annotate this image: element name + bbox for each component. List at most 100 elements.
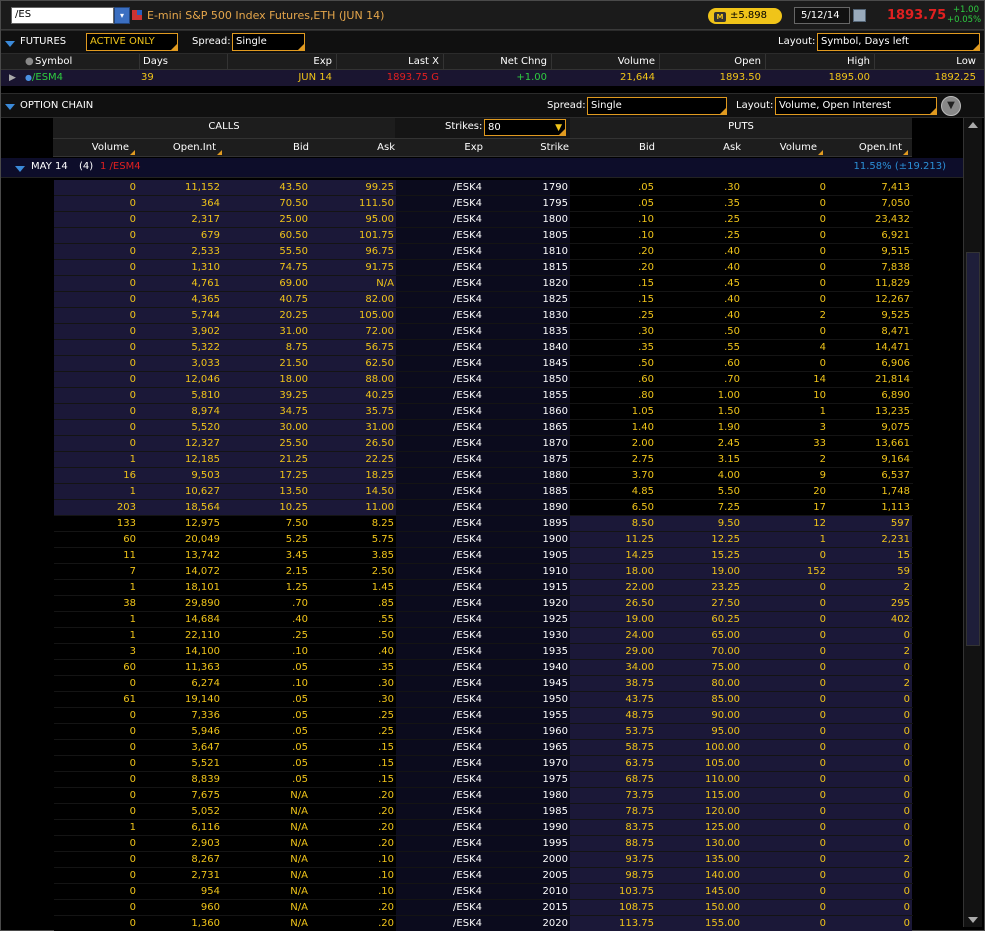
call-ask[interactable]: 82.00 bbox=[312, 292, 394, 308]
put-bid[interactable]: 43.75 bbox=[570, 692, 654, 708]
put-ask[interactable]: 65.00 bbox=[656, 628, 740, 644]
chain-row[interactable]: 0 954 N/A .10/ESK4 2010 103.75 145.00 0 0 bbox=[1, 884, 963, 900]
put-volume[interactable]: 0 bbox=[742, 916, 826, 931]
col-exp[interactable]: Exp bbox=[395, 139, 483, 157]
put-bid[interactable]: 93.75 bbox=[570, 852, 654, 868]
call-ask[interactable]: .15 bbox=[312, 740, 394, 756]
chain-settings-icon[interactable]: ▼ bbox=[941, 96, 961, 116]
put-ask[interactable]: .25 bbox=[656, 228, 740, 244]
put-bid[interactable]: 11.25 bbox=[570, 532, 654, 548]
call-open-int[interactable]: 22,110 bbox=[140, 628, 220, 644]
call-open-int[interactable]: 13,742 bbox=[140, 548, 220, 564]
put-open-int[interactable]: 21,814 bbox=[828, 372, 910, 388]
put-ask[interactable]: 70.00 bbox=[656, 644, 740, 660]
put-ask[interactable]: 100.00 bbox=[656, 740, 740, 756]
put-ask[interactable]: 60.25 bbox=[656, 612, 740, 628]
call-volume[interactable]: 0 bbox=[54, 724, 136, 740]
chain-row[interactable]: 0 7,336.05.25/ESK4 1955 48.75 90.00 0 0 bbox=[1, 708, 963, 724]
call-ask[interactable]: 5.75 bbox=[312, 532, 394, 548]
put-volume[interactable]: 0 bbox=[742, 628, 826, 644]
chain-row[interactable]: 0 8,839.05.15/ESK4 1975 68.75 110.00 0 0 bbox=[1, 772, 963, 788]
put-ask[interactable]: 115.00 bbox=[656, 788, 740, 804]
col-open[interactable]: Open bbox=[663, 54, 761, 70]
call-open-int[interactable]: 364 bbox=[140, 196, 220, 212]
call-volume[interactable]: 0 bbox=[54, 852, 136, 868]
call-volume[interactable]: 38 bbox=[54, 596, 136, 612]
call-volume[interactable]: 0 bbox=[54, 420, 136, 436]
put-ask[interactable]: .55 bbox=[656, 340, 740, 356]
put-bid[interactable]: .35 bbox=[570, 340, 654, 356]
call-open-int[interactable]: 18,564 bbox=[140, 500, 220, 516]
call-bid[interactable]: 40.75 bbox=[226, 292, 308, 308]
call-volume[interactable]: 1 bbox=[54, 484, 136, 500]
call-volume[interactable]: 0 bbox=[54, 804, 136, 820]
put-open-int[interactable]: 0 bbox=[828, 708, 910, 724]
call-bid[interactable]: N/A bbox=[226, 884, 308, 900]
call-volume[interactable]: 11 bbox=[54, 548, 136, 564]
put-ask[interactable]: .60 bbox=[656, 356, 740, 372]
col-put-open-int[interactable]: Open.Int bbox=[827, 139, 908, 157]
call-bid[interactable]: 39.25 bbox=[226, 388, 308, 404]
call-open-int[interactable]: 2,903 bbox=[140, 836, 220, 852]
scroll-up-icon[interactable] bbox=[968, 122, 978, 128]
call-ask[interactable]: 26.50 bbox=[312, 436, 394, 452]
put-ask[interactable]: 7.25 bbox=[656, 500, 740, 516]
chain-row[interactable]: 61 19,140.05.30/ESK4 1950 43.75 85.00 0 0 bbox=[1, 692, 963, 708]
put-bid[interactable]: 38.75 bbox=[570, 676, 654, 692]
call-volume[interactable]: 0 bbox=[54, 356, 136, 372]
calendar-icon[interactable] bbox=[853, 9, 866, 22]
call-open-int[interactable]: 5,052 bbox=[140, 804, 220, 820]
call-bid[interactable]: 69.00 bbox=[226, 276, 308, 292]
call-volume[interactable]: 61 bbox=[54, 692, 136, 708]
put-open-int[interactable]: 11,829 bbox=[828, 276, 910, 292]
call-open-int[interactable]: 20,049 bbox=[140, 532, 220, 548]
call-open-int[interactable]: 12,975 bbox=[140, 516, 220, 532]
chain-row[interactable]: 0 5,744 20.25 105.00/ESK4 1830.25.40 2 9,525 bbox=[1, 308, 963, 324]
chain-row[interactable]: 0 1,360 N/A .20/ESK4 2020 113.75 155.00 0 0 bbox=[1, 916, 963, 931]
symbol-dropdown-button[interactable]: ▾ bbox=[114, 7, 130, 24]
call-open-int[interactable]: 5,520 bbox=[140, 420, 220, 436]
chain-row[interactable]: 0 679 60.50 101.75/ESK4 1805.10.25 0 6,921 bbox=[1, 228, 963, 244]
put-volume[interactable]: 1 bbox=[742, 404, 826, 420]
call-volume[interactable]: 0 bbox=[54, 404, 136, 420]
call-bid[interactable]: N/A bbox=[226, 820, 308, 836]
put-ask[interactable]: .40 bbox=[656, 244, 740, 260]
put-bid[interactable]: 78.75 bbox=[570, 804, 654, 820]
chain-row[interactable]: 0 960 N/A .20/ESK4 2015 108.75 150.00 0 0 bbox=[1, 900, 963, 916]
call-ask[interactable]: 11.00 bbox=[312, 500, 394, 516]
call-bid[interactable]: 30.00 bbox=[226, 420, 308, 436]
call-volume[interactable]: 1 bbox=[54, 820, 136, 836]
put-volume[interactable]: 0 bbox=[742, 324, 826, 340]
put-volume[interactable]: 0 bbox=[742, 708, 826, 724]
put-ask[interactable]: 140.00 bbox=[656, 868, 740, 884]
put-open-int[interactable]: 402 bbox=[828, 612, 910, 628]
put-bid[interactable]: 19.00 bbox=[570, 612, 654, 628]
put-bid[interactable]: .20 bbox=[570, 260, 654, 276]
call-bid[interactable]: 3.45 bbox=[226, 548, 308, 564]
call-bid[interactable]: .05 bbox=[226, 740, 308, 756]
call-bid[interactable]: 70.50 bbox=[226, 196, 308, 212]
put-open-int[interactable]: 0 bbox=[828, 900, 910, 916]
call-open-int[interactable]: 14,100 bbox=[140, 644, 220, 660]
put-bid[interactable]: 2.75 bbox=[570, 452, 654, 468]
call-ask[interactable]: 35.75 bbox=[312, 404, 394, 420]
call-open-int[interactable]: 12,046 bbox=[140, 372, 220, 388]
call-volume[interactable]: 0 bbox=[54, 276, 136, 292]
call-volume[interactable]: 0 bbox=[54, 180, 136, 196]
call-ask[interactable]: 95.00 bbox=[312, 212, 394, 228]
chain-row[interactable]: 0 2,731 N/A .10/ESK4 2005 98.75 140.00 0 0 bbox=[1, 868, 963, 884]
put-ask[interactable]: 3.15 bbox=[656, 452, 740, 468]
put-volume[interactable]: 4 bbox=[742, 340, 826, 356]
chain-row[interactable]: 0 7,675 N/A .20/ESK4 1980 73.75 115.00 0 0 bbox=[1, 788, 963, 804]
call-open-int[interactable]: 3,647 bbox=[140, 740, 220, 756]
put-bid[interactable]: 22.00 bbox=[570, 580, 654, 596]
col-volume[interactable]: Volume bbox=[555, 54, 655, 70]
put-open-int[interactable]: 0 bbox=[828, 820, 910, 836]
call-volume[interactable]: 0 bbox=[54, 884, 136, 900]
call-ask[interactable]: 40.25 bbox=[312, 388, 394, 404]
chain-row[interactable]: 1 22,110.25.50/ESK4 1930 24.00 65.00 0 0 bbox=[1, 628, 963, 644]
call-bid[interactable]: 31.00 bbox=[226, 324, 308, 340]
call-open-int[interactable]: 2,317 bbox=[140, 212, 220, 228]
call-open-int[interactable]: 5,744 bbox=[140, 308, 220, 324]
col-low[interactable]: Low bbox=[878, 54, 976, 70]
